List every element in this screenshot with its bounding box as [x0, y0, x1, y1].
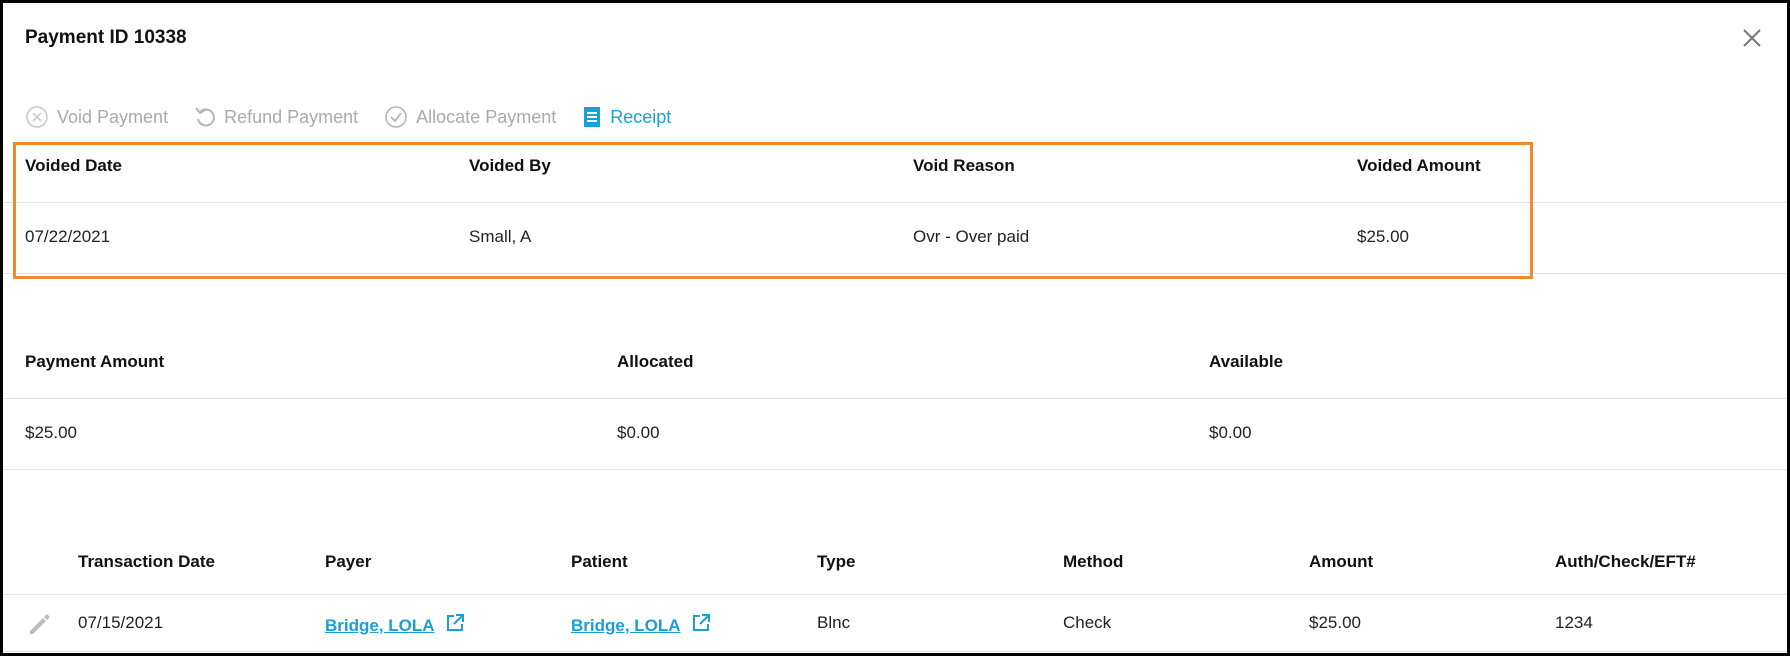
- receipt-label: Receipt: [610, 106, 672, 127]
- amount-header: Amount: [1309, 552, 1374, 571]
- void-reason-value: Ovr - Over paid: [913, 227, 1030, 246]
- transaction-date-header: Transaction Date: [78, 552, 215, 571]
- voided-amount-value: $25.00: [1357, 227, 1409, 246]
- allocated-header: Allocated: [617, 352, 694, 371]
- payer-header: Payer: [325, 552, 372, 571]
- patient-cell: Bridge, LOLA: [571, 613, 711, 636]
- summary-header-row: Payment Amount Allocated Available: [3, 338, 1787, 399]
- summary-value-row: $25.00 $0.00 $0.00: [3, 399, 1787, 470]
- type-header: Type: [817, 552, 856, 571]
- close-icon[interactable]: [1739, 25, 1765, 51]
- allocate-payment-label: Allocate Payment: [416, 106, 557, 127]
- payment-amount-value: $25.00: [25, 423, 77, 442]
- receipt-icon: [584, 107, 601, 127]
- dialog-title: Payment ID 10338: [25, 27, 187, 48]
- payment-dialog: Payment ID 10338 Void Payment Refund Pay…: [0, 0, 1790, 656]
- refund-arrow-icon: [195, 107, 215, 127]
- voided-by-header: Voided By: [469, 156, 551, 175]
- refund-payment-button[interactable]: Refund Payment: [194, 105, 358, 129]
- transaction-date-cell: 07/15/2021: [78, 613, 164, 632]
- amount-cell: $25.00: [1309, 613, 1361, 632]
- voided-by-value: Small, A: [469, 227, 532, 246]
- payer-cell: Bridge, LOLA: [325, 613, 465, 636]
- voided-date-value: 07/22/2021: [25, 227, 111, 246]
- available-header: Available: [1209, 352, 1284, 371]
- allocated-value: $0.00: [617, 423, 660, 442]
- void-circle-x-icon: [26, 106, 48, 128]
- transactions-header-row: Transaction Date Payer Patient Type Meth…: [3, 530, 1787, 595]
- allocate-check-circle-icon: [385, 106, 407, 128]
- external-link-icon[interactable]: [445, 613, 465, 633]
- allocate-payment-button[interactable]: Allocate Payment: [384, 105, 556, 129]
- void-payment-button[interactable]: Void Payment: [25, 105, 168, 129]
- voided-amount-header: Voided Amount: [1357, 156, 1481, 175]
- patient-link[interactable]: Bridge, LOLA: [571, 616, 681, 635]
- payer-link[interactable]: Bridge, LOLA: [325, 616, 435, 635]
- void-reason-header: Void Reason: [913, 156, 1015, 175]
- receipt-button[interactable]: Receipt: [582, 106, 671, 128]
- external-link-icon[interactable]: [691, 613, 711, 633]
- available-value: $0.00: [1209, 423, 1252, 442]
- auth-check-eft-cell: 1234: [1555, 613, 1593, 632]
- auth-check-eft-header: Auth/Check/EFT#: [1555, 552, 1696, 571]
- action-toolbar: Void Payment Refund Payment Allocate Pay…: [25, 103, 697, 131]
- method-header: Method: [1063, 552, 1124, 571]
- edit-pencil-icon[interactable]: [25, 610, 53, 643]
- void-payment-label: Void Payment: [57, 106, 169, 127]
- method-cell: Check: [1063, 613, 1112, 632]
- refund-payment-label: Refund Payment: [224, 106, 359, 127]
- void-info-value-row: 07/22/2021 Small, A Ovr - Over paid $25.…: [3, 203, 1787, 274]
- type-cell: Blnc: [817, 613, 851, 632]
- voided-date-header: Voided Date: [25, 156, 122, 175]
- payment-amount-header: Payment Amount: [25, 352, 165, 371]
- void-info-header-row: Voided Date Voided By Void Reason Voided…: [3, 142, 1787, 203]
- patient-header: Patient: [571, 552, 628, 571]
- table-row: 07/15/2021 Bridge, LOLA Bridge, LOLA Bln…: [3, 595, 1787, 652]
